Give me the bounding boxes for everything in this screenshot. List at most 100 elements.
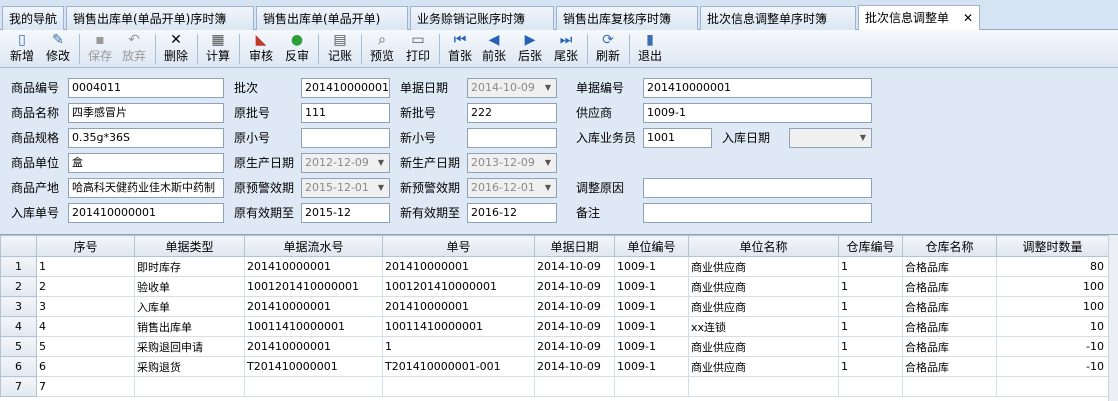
table-cell[interactable] bbox=[996, 376, 1109, 397]
table-cell[interactable]: 合格品库 bbox=[902, 276, 997, 297]
table-cell[interactable]: 80 bbox=[996, 256, 1109, 277]
product-name-field[interactable]: 四季感冒片 bbox=[68, 103, 224, 123]
column-header[interactable]: 调整时数量 bbox=[996, 235, 1109, 257]
table-cell[interactable]: 2014-10-09 bbox=[534, 276, 615, 297]
column-header[interactable]: 序号 bbox=[36, 235, 135, 257]
table-cell[interactable]: 即时库存 bbox=[134, 256, 245, 277]
chevron-down-icon[interactable]: ▼ bbox=[856, 130, 870, 146]
table-cell[interactable]: 201410000001 bbox=[244, 296, 383, 317]
table-cell[interactable]: 1 bbox=[36, 256, 135, 277]
table-cell[interactable]: 4 bbox=[36, 316, 135, 337]
chevron-down-icon[interactable]: ▼ bbox=[374, 155, 388, 171]
table-cell[interactable]: -10 bbox=[996, 336, 1109, 357]
reason-field[interactable] bbox=[643, 178, 872, 198]
chevron-down-icon[interactable]: ▼ bbox=[374, 180, 388, 196]
column-header[interactable]: 单据类型 bbox=[134, 235, 245, 257]
table-cell[interactable]: 2014-10-09 bbox=[534, 296, 615, 317]
table-cell[interactable]: 10 bbox=[996, 316, 1109, 337]
column-header[interactable]: 单据日期 bbox=[534, 235, 615, 257]
table-cell[interactable] bbox=[838, 376, 903, 397]
tab-my-navigation[interactable]: 我的导航 bbox=[2, 6, 64, 30]
batch-field[interactable]: 201410000001 bbox=[301, 78, 390, 98]
column-header[interactable]: 单号 bbox=[382, 235, 535, 257]
table-cell[interactable]: 1 bbox=[838, 296, 903, 317]
doc-date-field[interactable]: 2014-10-09 ▼ bbox=[467, 78, 557, 98]
table-cell[interactable]: 2 bbox=[36, 276, 135, 297]
post-button[interactable]: ▤ 记账 bbox=[322, 32, 358, 66]
table-cell[interactable]: 采购退回申请 bbox=[134, 336, 245, 357]
column-header[interactable]: 单据流水号 bbox=[244, 235, 383, 257]
column-header[interactable]: 仓库名称 bbox=[902, 235, 997, 257]
table-cell[interactable]: 商业供应商 bbox=[688, 336, 839, 357]
table-cell[interactable]: 201410000001 bbox=[244, 256, 383, 277]
column-header[interactable]: 单位编号 bbox=[614, 235, 689, 257]
table-cell[interactable] bbox=[534, 376, 615, 397]
supplier-field[interactable]: 1009-1 bbox=[643, 103, 872, 123]
table-cell[interactable]: -10 bbox=[996, 356, 1109, 377]
close-icon[interactable]: ✕ bbox=[963, 6, 973, 30]
refresh-button[interactable]: ⟳ 刷新 bbox=[590, 32, 626, 66]
tab-batch-adjust[interactable]: 批次信息调整单 ✕ bbox=[858, 5, 980, 31]
table-cell[interactable]: 商业供应商 bbox=[688, 276, 839, 297]
table-cell[interactable]: 合格品库 bbox=[902, 336, 997, 357]
remark-field[interactable] bbox=[643, 203, 872, 223]
table-cell[interactable]: 1001201410000001 bbox=[244, 276, 383, 297]
unaudit-button[interactable]: ● 反审 bbox=[279, 32, 315, 66]
table-cell[interactable]: 201410000001 bbox=[382, 256, 535, 277]
table-cell[interactable]: 1 bbox=[838, 356, 903, 377]
table-cell[interactable] bbox=[614, 376, 689, 397]
table-cell[interactable] bbox=[134, 376, 245, 397]
preview-button[interactable]: ⌕ 预览 bbox=[364, 32, 400, 66]
table-cell[interactable]: 1009-1 bbox=[614, 276, 689, 297]
new-warn-field[interactable]: 2016-12-01 ▼ bbox=[467, 178, 557, 198]
chevron-down-icon[interactable]: ▼ bbox=[541, 155, 555, 171]
print-button[interactable]: ▭ 打印 bbox=[400, 32, 436, 66]
chevron-down-icon[interactable]: ▼ bbox=[541, 180, 555, 196]
edit-button[interactable]: ✎ 修改 bbox=[40, 32, 76, 66]
table-row[interactable]: 4 4 销售出库单 10011410000001 10011410000001 2014-… bbox=[0, 316, 1109, 337]
table-row[interactable]: 2 2 验收单 1001201410000001 1001201410000001 201… bbox=[0, 276, 1109, 297]
first-button[interactable]: ⏮ 首张 bbox=[442, 32, 478, 66]
in-date-field[interactable]: ▼ bbox=[789, 128, 872, 148]
spec-field[interactable]: 0.35g*36S bbox=[68, 128, 224, 148]
table-cell[interactable]: 1009-1 bbox=[614, 356, 689, 377]
table-cell[interactable]: 1 bbox=[838, 336, 903, 357]
new-batch-field[interactable]: 222 bbox=[467, 103, 557, 123]
new-small-field[interactable] bbox=[467, 128, 557, 148]
table-cell[interactable]: 合格品库 bbox=[902, 256, 997, 277]
save-button[interactable]: ▪ 保存 bbox=[82, 32, 118, 66]
table-cell[interactable]: 1 bbox=[838, 276, 903, 297]
tab-outbound-review-list[interactable]: 销售出库复核序时簿 bbox=[556, 6, 698, 30]
chevron-down-icon[interactable]: ▼ bbox=[541, 80, 555, 96]
table-cell[interactable]: 销售出库单 bbox=[134, 316, 245, 337]
tab-credit-sales-list[interactable]: 业务赊销记账序时簿 bbox=[410, 6, 554, 30]
clerk-field[interactable]: 1001 bbox=[643, 128, 712, 148]
table-cell[interactable]: 入库单 bbox=[134, 296, 245, 317]
table-cell[interactable]: 2014-10-09 bbox=[534, 316, 615, 337]
table-cell[interactable]: 1009-1 bbox=[614, 316, 689, 337]
orig-batch-field[interactable]: 111 bbox=[301, 103, 390, 123]
delete-button[interactable]: ✕ 删除 bbox=[158, 32, 194, 66]
table-cell[interactable]: 验收单 bbox=[134, 276, 245, 297]
tab-batch-adjust-list[interactable]: 批次信息调整单序时簿 bbox=[700, 6, 856, 30]
table-row[interactable]: 77 bbox=[0, 376, 1109, 397]
table-cell[interactable]: 201410000001 bbox=[244, 336, 383, 357]
table-cell[interactable]: 7 bbox=[36, 376, 135, 397]
table-cell[interactable]: xx连锁 bbox=[688, 316, 839, 337]
tab-sales-outbound[interactable]: 销售出库单(单品开单) bbox=[256, 6, 408, 30]
table-cell[interactable]: 1001201410000001 bbox=[382, 276, 535, 297]
table-cell[interactable]: 5 bbox=[36, 336, 135, 357]
tab-sales-outbound-list[interactable]: 销售出库单(单品开单)序时簿 bbox=[66, 6, 254, 30]
orig-small-field[interactable] bbox=[301, 128, 390, 148]
table-cell[interactable] bbox=[688, 376, 839, 397]
table-cell[interactable]: 1009-1 bbox=[614, 296, 689, 317]
table-cell[interactable] bbox=[244, 376, 383, 397]
table-row[interactable]: 1 1 即时库存 201410000001 201410000001 2014-10-09… bbox=[0, 256, 1109, 277]
table-cell[interactable]: 合格品库 bbox=[902, 296, 997, 317]
table-cell[interactable]: 商业供应商 bbox=[688, 296, 839, 317]
table-cell[interactable]: 3 bbox=[36, 296, 135, 317]
table-row[interactable]: 5 5 采购退回申请 201410000001 1 2014-10-09 1009-1 商业供… bbox=[0, 336, 1109, 357]
unit-field[interactable]: 盒 bbox=[68, 153, 224, 173]
table-cell[interactable]: 10011410000001 bbox=[382, 316, 535, 337]
table-cell[interactable]: 2014-10-09 bbox=[534, 256, 615, 277]
